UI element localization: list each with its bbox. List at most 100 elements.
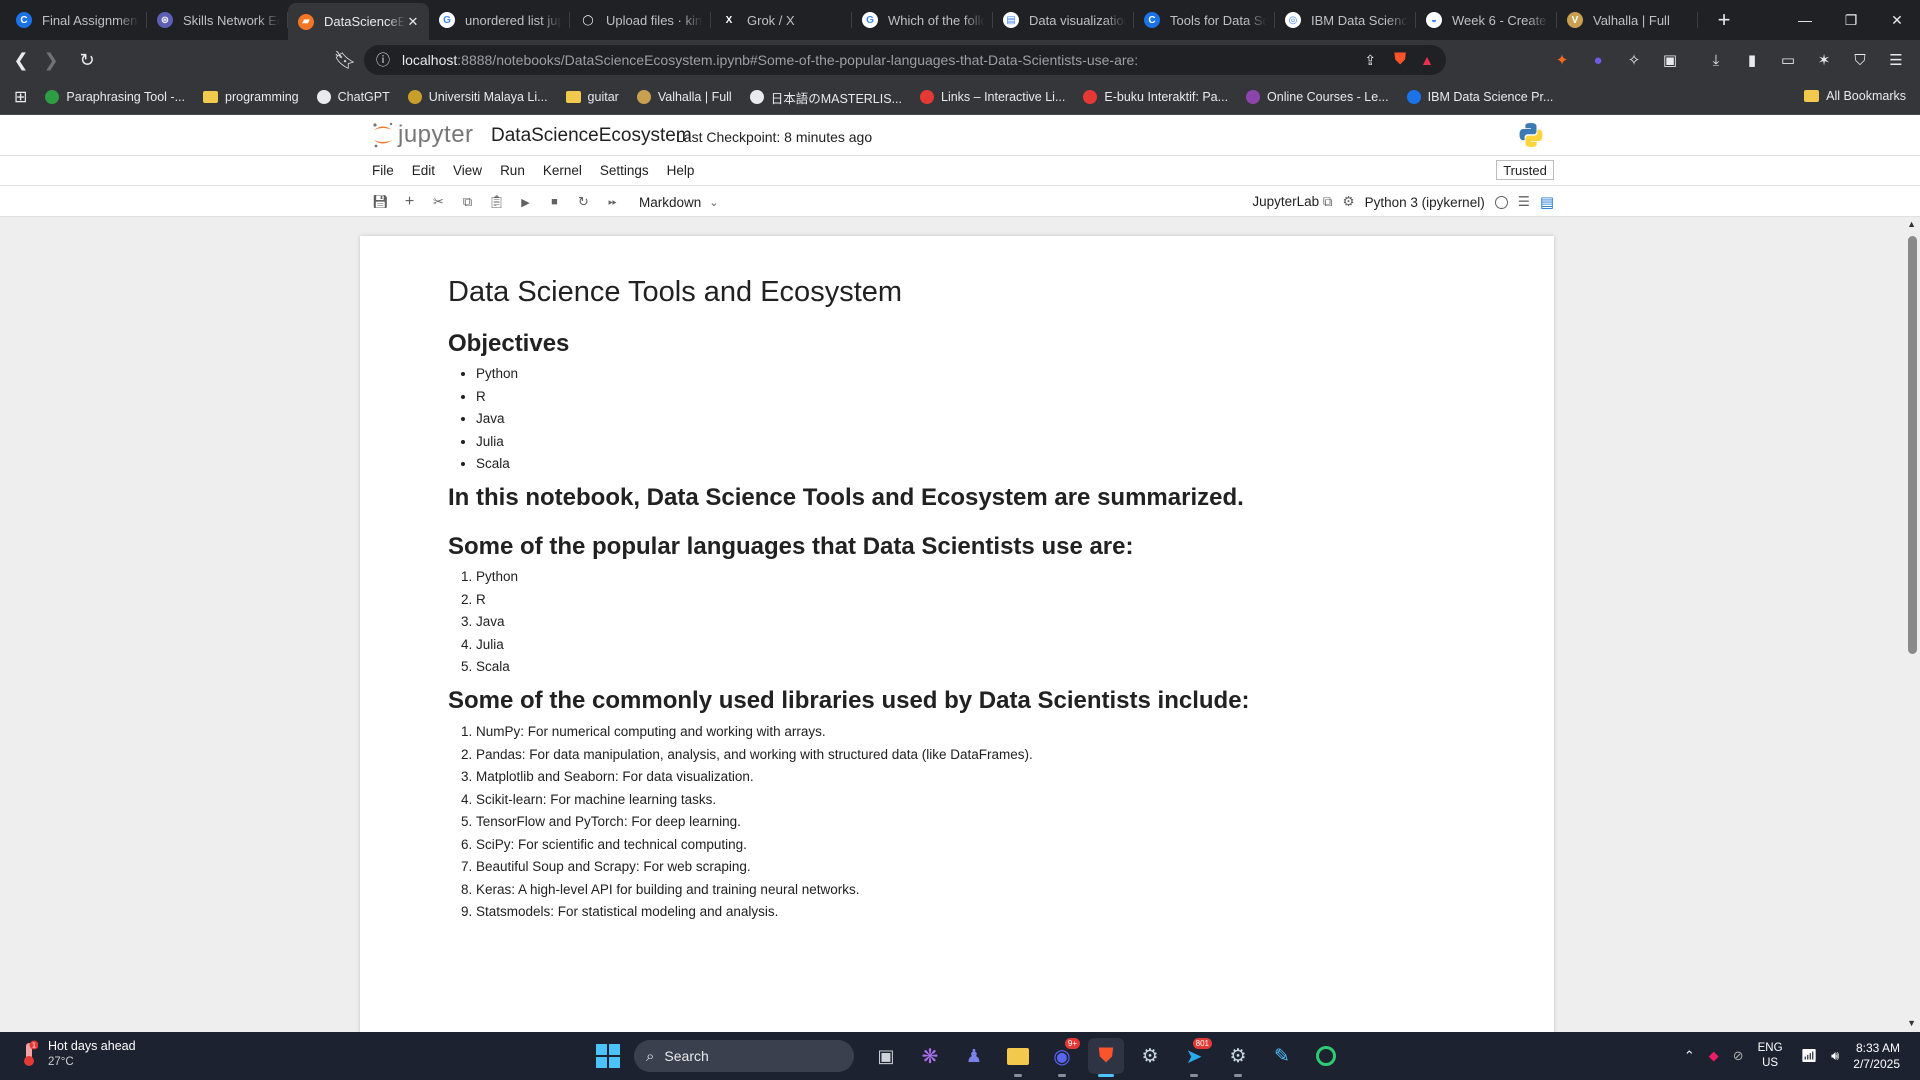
- tab-3[interactable]: Gunordered list jup: [429, 3, 570, 37]
- tab-close-icon[interactable]: ✕: [405, 14, 421, 30]
- bookmark-item[interactable]: IBM Data Science Pr...: [1406, 90, 1553, 104]
- tray-app-icon[interactable]: ◆: [1709, 1048, 1719, 1064]
- network-off-icon[interactable]: ⊘: [1733, 1048, 1744, 1064]
- bookmark-item[interactable]: Valhalla | Full: [636, 90, 732, 104]
- run-button[interactable]: ▶: [511, 190, 540, 214]
- bookmark-item[interactable]: Online Courses - Le...: [1246, 90, 1389, 104]
- menu-settings[interactable]: Settings: [600, 163, 649, 178]
- close-window-button[interactable]: ✕: [1874, 0, 1920, 40]
- all-bookmarks-folder[interactable]: All Bookmarks: [1804, 89, 1906, 103]
- jupyter-logo[interactable]: jupyter: [372, 121, 474, 149]
- steam-app[interactable]: ⚙: [1132, 1038, 1168, 1074]
- tab-11[interactable]: V Valhalla | Full: [1557, 3, 1698, 37]
- menu-help[interactable]: Help: [667, 163, 695, 178]
- restart-button[interactable]: ↻: [569, 190, 598, 214]
- loading-app[interactable]: [1308, 1038, 1344, 1074]
- leo-ai-icon[interactable]: ✶: [1810, 45, 1838, 75]
- kernel-name[interactable]: Python 3 (ipykernel): [1365, 195, 1485, 210]
- menu-edit[interactable]: Edit: [412, 163, 435, 178]
- bookmark-item[interactable]: guitar: [565, 90, 619, 104]
- address-bar[interactable]: ⓘ localhost:8888/notebooks/DataScienceEc…: [364, 45, 1446, 75]
- new-tab-button[interactable]: +: [1710, 7, 1738, 33]
- scroll-down-arrow-icon[interactable]: ▼: [1907, 1018, 1916, 1028]
- interrupt-button[interactable]: ■: [540, 190, 569, 214]
- wifi-icon[interactable]: 📶︎: [1801, 1048, 1818, 1064]
- download-icon[interactable]: ⤓: [1702, 45, 1730, 75]
- tab-1[interactable]: ⊛ Skills Network Ed: [147, 3, 288, 37]
- copy-button[interactable]: ⧉: [453, 190, 482, 214]
- notebook-area[interactable]: Data Science Tools and Ecosystem Objecti…: [0, 218, 1920, 1032]
- show-hidden-icons-chevron-icon[interactable]: ⌃: [1684, 1048, 1695, 1064]
- tab-8[interactable]: C Tools for Data Sci: [1134, 3, 1275, 37]
- bookmark-item[interactable]: ChatGPT: [316, 90, 390, 104]
- bookmark-item[interactable]: 日本語のMASTERLIS...: [749, 88, 902, 107]
- file-explorer-app[interactable]: [1000, 1038, 1036, 1077]
- vpn-shield-icon[interactable]: ⛉: [1846, 45, 1874, 75]
- menu-kernel[interactable]: Kernel: [543, 163, 582, 178]
- debugger-bug-icon[interactable]: ⚙: [1343, 194, 1355, 210]
- minimize-button[interactable]: —: [1782, 0, 1828, 40]
- property-inspector-icon[interactable]: ▤: [1540, 193, 1554, 211]
- sidebar-icon[interactable]: ▮: [1738, 45, 1766, 75]
- weather-widget[interactable]: 1 Hot days ahead 27°C: [20, 1038, 136, 1070]
- open-jupyterlab-link[interactable]: JupyterLab ⧉: [1252, 194, 1332, 210]
- paste-button[interactable]: 📋︎: [482, 190, 511, 214]
- scroll-up-arrow-icon[interactable]: ▲: [1907, 219, 1916, 229]
- trusted-indicator[interactable]: Trusted: [1496, 160, 1554, 180]
- site-info-icon[interactable]: ⓘ: [376, 50, 390, 70]
- brave-rewards-icon[interactable]: ▲: [1420, 52, 1434, 68]
- apps-grid-icon[interactable]: ⊞: [14, 87, 27, 107]
- bookmark-item[interactable]: programming: [203, 90, 299, 104]
- wallet-icon[interactable]: ▭: [1774, 45, 1802, 75]
- tab-2[interactable]: ▰ DataScienceE ✕: [288, 3, 429, 40]
- bookmark-item[interactable]: Universiti Malaya Li...: [407, 90, 548, 104]
- url-text[interactable]: localhost:8888/notebooks/DataScienceEcos…: [402, 52, 1364, 68]
- tab-4[interactable]: ◯ Upload files · king: [570, 3, 711, 37]
- menu-view[interactable]: View: [453, 163, 482, 178]
- tab-6[interactable]: G Which of the follo: [852, 3, 993, 37]
- restore-button[interactable]: ❐: [1828, 0, 1874, 40]
- metamask-icon[interactable]: ✦: [1548, 45, 1576, 75]
- cell-type-select[interactable]: Markdown ⌄: [639, 195, 719, 210]
- brave-app[interactable]: ⛊: [1088, 1038, 1124, 1077]
- menu-run[interactable]: Run: [500, 163, 525, 178]
- restart-run-all-button[interactable]: ⏩︎: [598, 190, 627, 214]
- volume-icon[interactable]: 🔊︎: [1831, 1048, 1839, 1064]
- cut-button[interactable]: ✂: [424, 190, 453, 214]
- copilot-app[interactable]: ❋: [912, 1038, 948, 1074]
- teams-app[interactable]: ♟: [956, 1038, 992, 1074]
- bookmark-item[interactable]: Links – Interactive Li...: [920, 90, 1065, 104]
- input-language[interactable]: ENG US: [1758, 1041, 1783, 1071]
- forward-button[interactable]: ❯: [36, 45, 66, 75]
- tab-0[interactable]: C Final Assignment: [6, 3, 147, 37]
- share-icon[interactable]: ⇪: [1364, 52, 1376, 69]
- extension-s-icon[interactable]: ●: [1584, 45, 1612, 75]
- brave-shields-icon[interactable]: ⛊: [1394, 51, 1406, 69]
- scrollbar-thumb[interactable]: [1908, 236, 1917, 654]
- menu-file[interactable]: File: [372, 163, 394, 178]
- toc-list-icon[interactable]: ☰: [1518, 194, 1530, 210]
- bookmark-page-button[interactable]: 🔖︎: [330, 45, 360, 75]
- telegram-app[interactable]: ➤ 801: [1176, 1038, 1212, 1077]
- tab-10[interactable]: ◒ Week 6 - Create a: [1416, 3, 1557, 37]
- tab-5[interactable]: X Grok / X: [711, 3, 852, 37]
- bookmark-item[interactable]: E-buku Interaktif: Pa...: [1083, 90, 1228, 104]
- notebook-title[interactable]: DataScienceEcosystem: [491, 125, 692, 147]
- discord-app[interactable]: ◉ 9+: [1044, 1038, 1080, 1077]
- clock[interactable]: 8:33 AM 2/7/2025: [1853, 1040, 1900, 1072]
- back-button[interactable]: ❮: [6, 45, 36, 75]
- tab-7[interactable]: ▤ Data visualization: [993, 3, 1134, 37]
- extensions-puzzle-icon[interactable]: ✧: [1620, 45, 1648, 75]
- menu-hamburger-icon[interactable]: ☰: [1882, 45, 1910, 75]
- task-view-app[interactable]: ▣: [868, 1038, 904, 1074]
- taskbar-search[interactable]: ⌕ Search: [634, 1040, 854, 1072]
- screenshot-icon[interactable]: ▣: [1656, 45, 1684, 75]
- save-button[interactable]: 💾︎: [366, 190, 395, 214]
- steam-app-2[interactable]: ⚙: [1220, 1038, 1256, 1077]
- tab-9[interactable]: ◎ IBM Data Science: [1275, 3, 1416, 37]
- bookmark-item[interactable]: Paraphrasing Tool -...: [45, 90, 185, 104]
- start-button[interactable]: [590, 1038, 626, 1074]
- reload-button[interactable]: ↻: [72, 45, 102, 75]
- insert-cell-button[interactable]: +: [395, 190, 424, 214]
- paint-app[interactable]: ✎: [1264, 1038, 1300, 1074]
